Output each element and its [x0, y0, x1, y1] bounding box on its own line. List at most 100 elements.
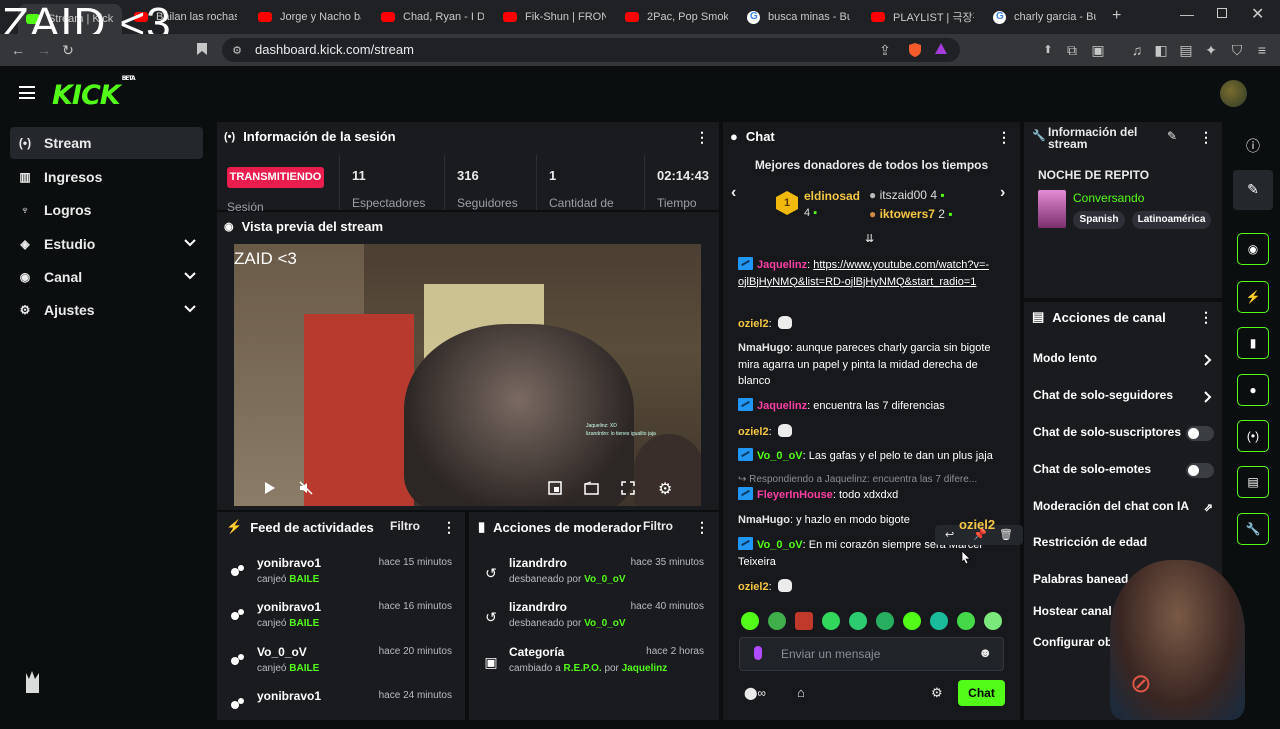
emote-button[interactable]: [903, 612, 921, 630]
session-menu-icon[interactable]: ⋮: [695, 129, 709, 146]
settings-gear-icon[interactable]: ⚙: [658, 479, 672, 499]
address-bar[interactable]: dashboard.kick.com/stream: [222, 38, 960, 62]
browser-tab[interactable]: Chad, Ryan - I Dor: [381, 6, 484, 28]
rail-actions-button[interactable]: ▤: [1237, 466, 1269, 498]
vpn-icon[interactable]: ⬆: [1040, 42, 1056, 58]
browser-tab[interactable]: PLAYLIST | 극장판: [871, 6, 974, 28]
action-age-restriction[interactable]: Restricción de edad: [1033, 535, 1216, 555]
new-tab-button[interactable]: +: [1112, 7, 1121, 25]
sidebar-item-ajustes[interactable]: ⚙ Ajustes: [10, 294, 203, 326]
emote-button[interactable]: [876, 612, 894, 630]
browser-tab[interactable]: Fik-Shun | FRONTI: [503, 6, 606, 28]
back-icon[interactable]: ←: [10, 42, 26, 58]
forward-icon[interactable]: →: [36, 42, 52, 58]
action-ai-moderation[interactable]: Moderación del chat con IA ⇗: [1033, 499, 1216, 519]
chat-username[interactable]: Vo_0_oV: [757, 450, 803, 462]
rail-session-button[interactable]: (•): [1237, 420, 1269, 452]
emoji-picker-icon[interactable]: ☻: [978, 645, 992, 660]
mod-filter-button[interactable]: Filtro: [643, 519, 673, 533]
play-icon[interactable]: [262, 481, 276, 495]
rail-chat-button[interactable]: ●: [1237, 374, 1269, 406]
chat-username[interactable]: oziel2: [738, 581, 769, 593]
leo-ai-icon[interactable]: ✦: [1203, 42, 1219, 58]
minimize-icon[interactable]: —: [1180, 6, 1194, 22]
media-icon[interactable]: ♫: [1129, 42, 1145, 58]
rail-mod-button[interactable]: ▮: [1237, 327, 1269, 359]
site-settings-icon[interactable]: ⚙: [229, 43, 245, 59]
browser-tab[interactable]: 2Pac, Pop Smoke: [625, 6, 728, 28]
action-subscribers-only[interactable]: Chat de solo-suscriptores: [1033, 425, 1216, 445]
browser-tab[interactable]: busca minas - Bus: [747, 6, 850, 28]
hover-username[interactable]: oziel2: [959, 517, 995, 532]
stream-info-menu-icon[interactable]: ⋮: [1199, 129, 1213, 146]
donors-prev-button[interactable]: ‹: [731, 184, 736, 202]
cast-icon[interactable]: ▣: [1090, 42, 1106, 58]
vpn-shield-icon[interactable]: ⛉: [1229, 42, 1245, 58]
brave-shield-icon[interactable]: [908, 42, 924, 58]
toggle-switch[interactable]: [1186, 463, 1214, 478]
sidebar-item-canal[interactable]: ◉ Canal: [10, 261, 203, 293]
chat-username[interactable]: Jaquelinz: [757, 259, 807, 271]
share-icon[interactable]: ⇪: [877, 42, 893, 58]
stream-tag[interactable]: Spanish: [1073, 211, 1125, 229]
microphone-icon[interactable]: [754, 646, 762, 660]
reply-icon[interactable]: ↩: [945, 528, 954, 541]
sidebar-item-logros[interactable]: ♆ Logros: [10, 194, 203, 226]
browser-tab[interactable]: Jorge y Nacho bai: [258, 6, 361, 28]
chat-username[interactable]: FleyerInHouse: [757, 489, 833, 501]
edit-pencil-icon[interactable]: ✎: [1167, 129, 1177, 143]
edit-pencil-icon[interactable]: ✎: [1245, 181, 1261, 197]
action-slow-mode[interactable]: Modo lento: [1033, 351, 1216, 371]
emote-button[interactable]: [930, 612, 948, 630]
category-thumbnail[interactable]: [1038, 190, 1066, 228]
category-link[interactable]: Conversando: [1073, 191, 1144, 205]
chat-settings-icon[interactable]: ⚙: [931, 685, 943, 701]
browser-tab[interactable]: charly garcia - Bus: [993, 6, 1096, 28]
chat-menu-icon[interactable]: ⋮: [997, 129, 1011, 146]
brave-rewards-icon[interactable]: [934, 42, 950, 58]
rail-info-button[interactable]: 🔧: [1237, 513, 1269, 545]
emote-button[interactable]: [768, 612, 786, 630]
emote-button[interactable]: [741, 612, 759, 630]
sidebar-item-ingresos[interactable]: ▥ Ingresos: [10, 161, 203, 193]
emote-button[interactable]: [984, 612, 1002, 630]
action-emotes-only[interactable]: Chat de solo-emotes: [1033, 462, 1216, 482]
bookmark-icon[interactable]: [196, 42, 212, 58]
emote-button[interactable]: [849, 612, 867, 630]
pip-icon[interactable]: [548, 481, 562, 495]
sidebar-item-stream[interactable]: (•) Stream: [10, 127, 203, 159]
stream-tag[interactable]: Latinoamérica: [1132, 211, 1211, 229]
chat-username[interactable]: Vo_0_oV: [757, 539, 803, 551]
chat-username[interactable]: NmaHugo: [738, 514, 790, 526]
action-followers-only[interactable]: Chat de solo-seguidores: [1033, 388, 1216, 408]
user-avatar[interactable]: [1220, 80, 1247, 107]
sidebar-item-estudio[interactable]: ◈ Estudio: [10, 228, 203, 260]
mute-icon[interactable]: [298, 480, 314, 496]
reload-icon[interactable]: ↻: [60, 42, 76, 58]
maximize-icon[interactable]: [1217, 8, 1227, 18]
chat-username[interactable]: oziel2: [738, 426, 769, 438]
chat-username[interactable]: oziel2: [738, 318, 769, 330]
collapse-donors-icon[interactable]: ⇊: [865, 232, 874, 245]
donor-name[interactable]: itszaid00: [880, 188, 927, 202]
chat-input[interactable]: Enviar un mensaje ☻: [739, 637, 1004, 671]
delete-icon[interactable]: 🗑: [999, 528, 1013, 541]
emote-button[interactable]: [822, 612, 840, 630]
extensions-icon[interactable]: ⧉: [1064, 42, 1080, 58]
emote-button[interactable]: [795, 612, 813, 630]
info-icon[interactable]: ⓘ: [1245, 136, 1261, 154]
feed-menu-icon[interactable]: ⋮: [442, 519, 456, 536]
send-chat-button[interactable]: Chat: [958, 680, 1005, 706]
donor-name[interactable]: iktowers7: [880, 207, 935, 221]
donors-next-button[interactable]: ›: [1000, 184, 1005, 202]
points-icon[interactable]: ⬤∞: [744, 686, 766, 700]
channel-actions-menu-icon[interactable]: ⋮: [1199, 309, 1213, 326]
hamburger-menu-icon[interactable]: [19, 86, 35, 99]
rail-preview-button[interactable]: ◉: [1237, 233, 1269, 265]
sidebar-toggle-icon[interactable]: ◧: [1153, 42, 1169, 58]
fullscreen-icon[interactable]: [621, 481, 635, 495]
mod-menu-icon[interactable]: ⋮: [695, 519, 709, 536]
store-icon[interactable]: ⌂: [797, 685, 805, 700]
wallet-icon[interactable]: ▤: [1178, 42, 1194, 58]
theater-icon[interactable]: [584, 481, 599, 495]
